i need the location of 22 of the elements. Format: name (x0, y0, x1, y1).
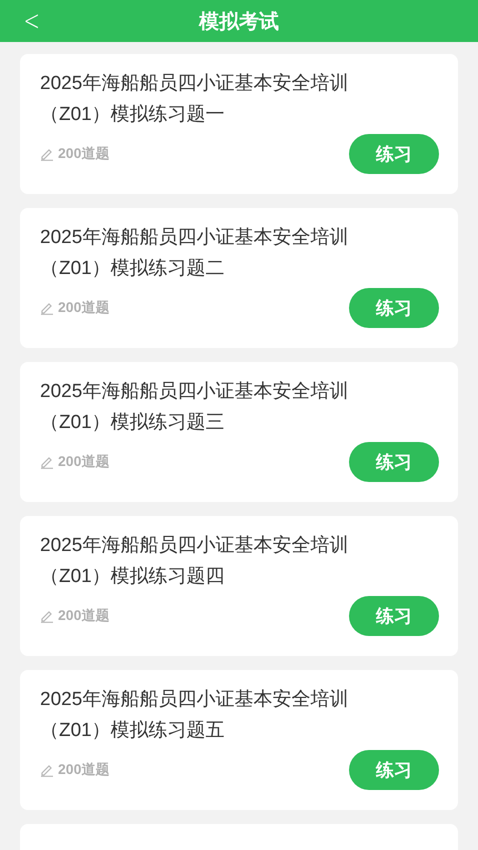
question-count: 200道题 (58, 145, 110, 163)
practice-button[interactable]: 练习 (349, 288, 439, 328)
practice-button[interactable]: 练习 (349, 750, 439, 790)
pencil-icon (40, 455, 54, 469)
practice-button[interactable]: 练习 (349, 134, 439, 174)
practice-button[interactable]: 练习 (349, 442, 439, 482)
pencil-icon (40, 609, 54, 623)
question-count: 200道题 (58, 607, 110, 625)
pencil-icon (40, 763, 54, 777)
practice-button[interactable]: 练习 (349, 596, 439, 636)
exam-title: 2025年海船船员四小证基本安全培训（Z01）模拟练习题四 (40, 534, 350, 589)
exam-title: 2025年海船船员四小证基本安全培训（Z01）模拟练习题一 (40, 72, 350, 127)
pencil-icon (40, 147, 54, 161)
pencil-icon (40, 301, 54, 315)
exam-title: 2025年海船船员四小证基本安全培训（Z01）模拟练习题五 (40, 688, 350, 743)
question-count: 200道题 (58, 299, 110, 317)
question-count: 200道题 (58, 453, 110, 471)
question-count: 200道题 (58, 761, 110, 779)
exam-title: 2025年海船船员四小证基本安全培训（Z01）模拟练习题三 (40, 380, 350, 435)
exam-title: 2025年海船船员四小证基本安全培训（Z01）模拟练习题二 (40, 226, 350, 281)
page-title: 模拟考试 (199, 10, 279, 34)
back-button[interactable]: < (19, 4, 44, 38)
